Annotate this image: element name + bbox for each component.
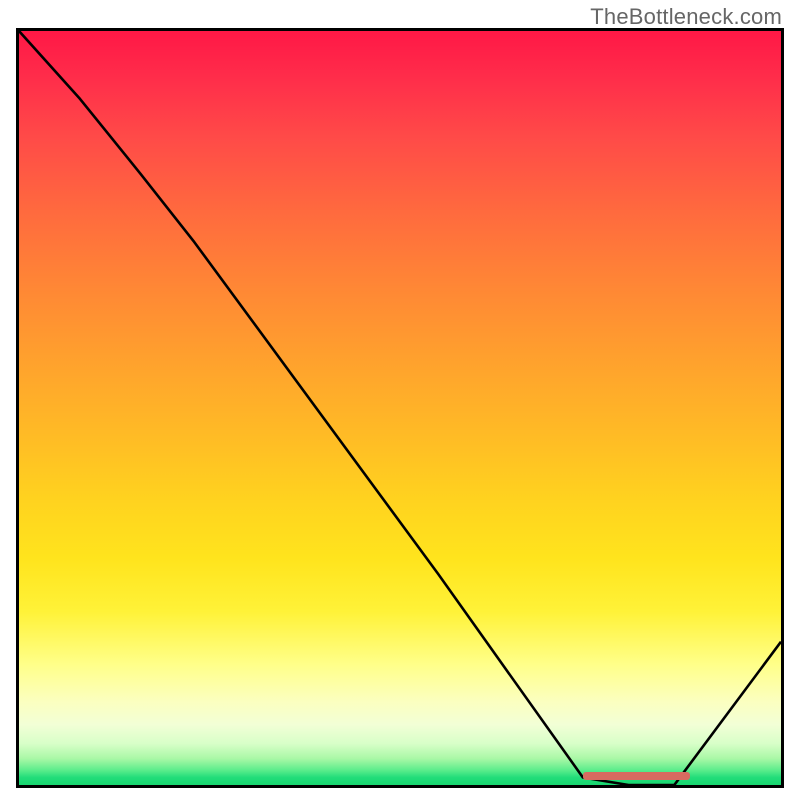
chart-line-svg [19, 31, 781, 785]
chart-area [16, 28, 784, 788]
bottleneck-curve-path [19, 31, 781, 785]
optimal-range-marker [583, 772, 690, 780]
watermark-text: TheBottleneck.com [590, 4, 782, 30]
